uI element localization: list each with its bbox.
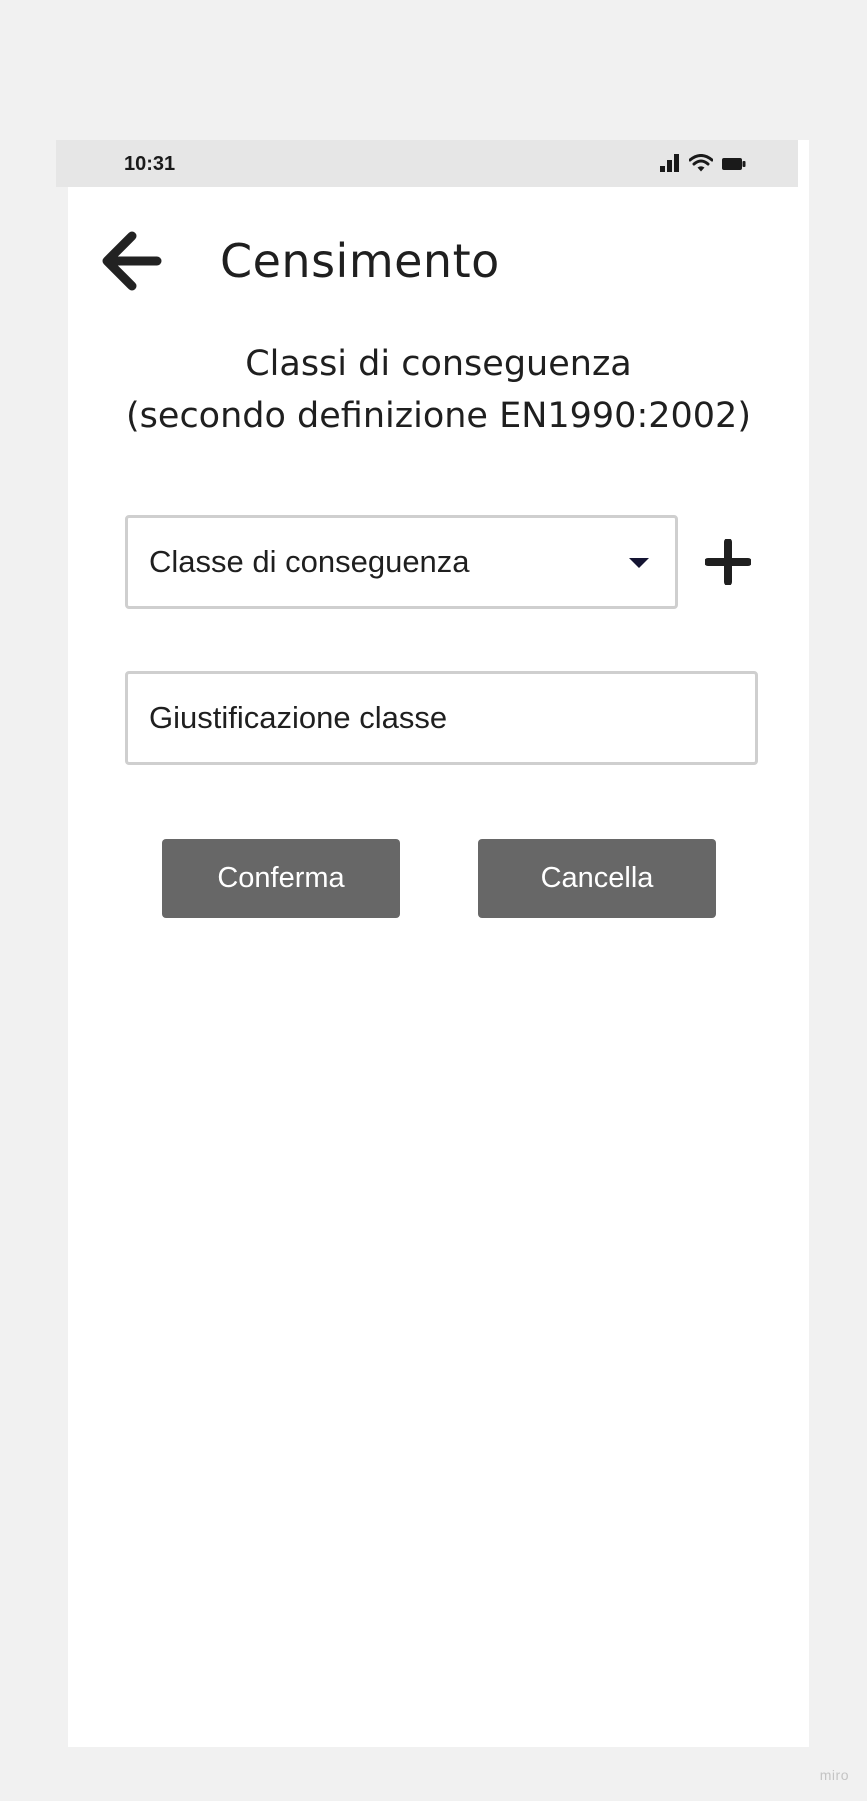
arrow-left-icon	[99, 230, 163, 296]
signal-icon	[660, 154, 680, 176]
add-button[interactable]	[700, 536, 756, 592]
section-title-line2: (secondo definizione EN1990:2002)	[126, 396, 751, 436]
consequence-class-select[interactable]: Classe di conseguenza	[125, 515, 678, 609]
back-button[interactable]	[96, 228, 166, 298]
status-bar: 10:31	[56, 140, 798, 187]
battery-icon	[722, 156, 746, 175]
wifi-icon	[688, 154, 714, 176]
confirm-button[interactable]: Conferma	[162, 839, 400, 918]
status-icons	[660, 154, 746, 176]
watermark: miro	[819, 1767, 849, 1783]
section-title: Classi di conseguenza (secondo definizio…	[68, 338, 809, 442]
chevron-down-icon	[629, 558, 649, 568]
justification-placeholder: Giustificazione classe	[149, 700, 448, 735]
justification-input[interactable]: Giustificazione classe	[125, 671, 758, 765]
cancel-button[interactable]: Cancella	[478, 839, 716, 918]
section-title-line1: Classi di conseguenza	[245, 344, 632, 384]
status-time: 10:31	[124, 153, 176, 175]
consequence-class-select-value: Classe di conseguenza	[149, 544, 470, 579]
plus-icon	[704, 538, 752, 589]
page: 10:31 Censimento Classi di conseguenza (…	[0, 0, 867, 1801]
page-title: Censimento	[220, 234, 500, 288]
